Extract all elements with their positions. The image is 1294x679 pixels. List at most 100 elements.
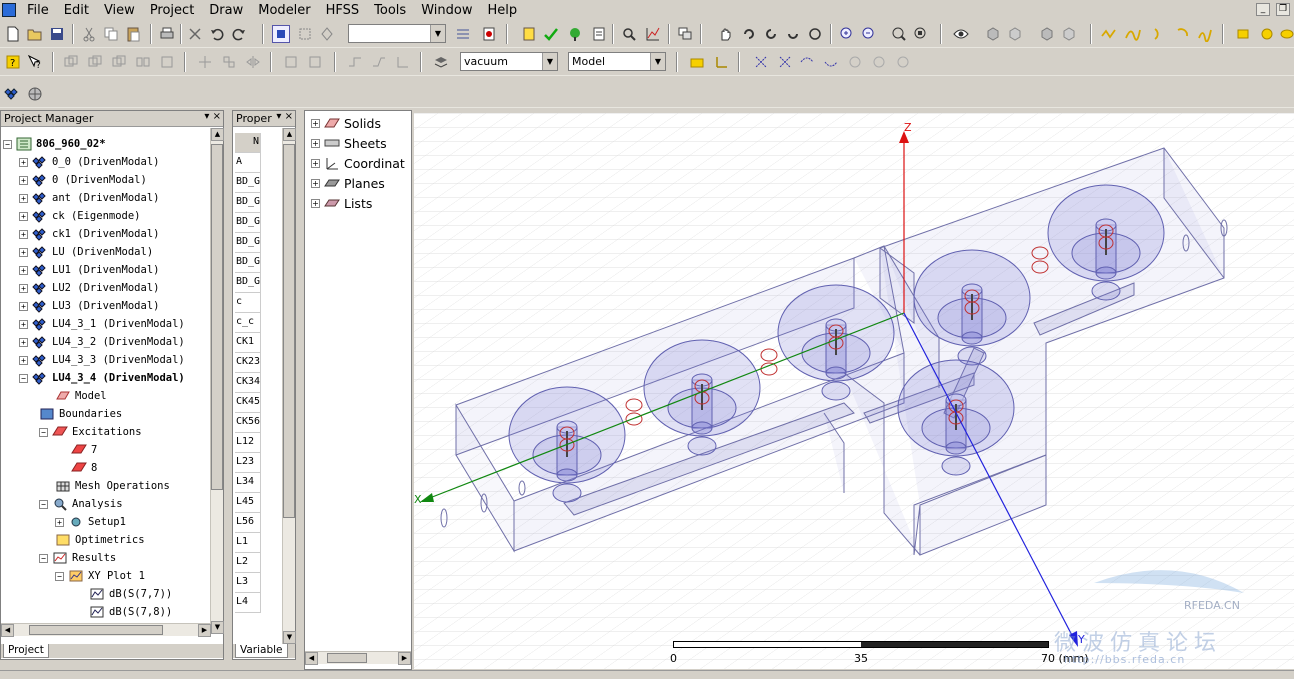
plot-icon[interactable] xyxy=(644,25,662,43)
draw-spline-icon[interactable] xyxy=(1124,25,1142,43)
tree-design-item[interactable]: + LU2 (DrivenModal) xyxy=(19,279,159,297)
field-overlay-icon[interactable] xyxy=(620,25,638,43)
tree-design-item[interactable]: + LU4_3_1 (DrivenModal) xyxy=(19,315,185,333)
property-row[interactable]: L23 xyxy=(235,453,261,473)
tree-node-trace2[interactable]: dB(S(7,8)) xyxy=(89,603,172,621)
tree-node-setup[interactable]: + Setup1 xyxy=(55,513,126,531)
menu-help[interactable]: Help xyxy=(480,3,525,18)
wrap-icon[interactable] xyxy=(394,53,412,71)
tree-design-item[interactable]: + LU4_3_3 (DrivenModal) xyxy=(19,351,185,369)
analyze-icon[interactable] xyxy=(566,25,584,43)
expand-icon[interactable]: + xyxy=(19,175,28,185)
tree-node-exc1[interactable]: 7 xyxy=(71,441,97,459)
grid-icon[interactable] xyxy=(454,25,472,43)
view-iso-icon[interactable] xyxy=(984,25,1002,43)
snap-arc-icon[interactable] xyxy=(894,53,912,71)
history-horizontal-scrollbar[interactable]: ◀ ▶ xyxy=(305,651,411,665)
move-icon[interactable] xyxy=(196,53,214,71)
material-combo[interactable]: vacuum ▼ xyxy=(460,52,558,71)
snap-vertex-icon[interactable] xyxy=(776,53,794,71)
draw-ellipse-icon[interactable] xyxy=(1278,25,1294,43)
copy-icon[interactable] xyxy=(102,25,120,43)
menu-edit[interactable]: Edit xyxy=(57,3,97,18)
property-row[interactable]: BD_G xyxy=(235,193,261,213)
expand-icon[interactable]: + xyxy=(19,157,28,167)
tree-design-item[interactable]: + LU3 (DrivenModal) xyxy=(19,297,159,315)
tree-design-item[interactable]: +0 (DrivenModal) xyxy=(19,171,147,189)
tree-horizontal-scrollbar[interactable]: ◀ ▶ xyxy=(1,623,211,637)
property-row[interactable]: BD_G xyxy=(235,273,261,293)
expand-icon[interactable]: + xyxy=(19,337,28,347)
pan-icon[interactable] xyxy=(716,25,734,43)
tree-node-plot[interactable]: − XY Plot 1 xyxy=(55,567,145,585)
model-combo[interactable]: Model ▼ xyxy=(568,52,666,71)
scroll-down-icon[interactable]: ▼ xyxy=(211,621,224,634)
expand-icon[interactable]: + xyxy=(19,247,28,257)
check-icon[interactable] xyxy=(542,25,560,43)
expand-icon[interactable]: + xyxy=(19,301,28,311)
chamfer-icon[interactable] xyxy=(370,53,388,71)
duplicate-icon[interactable] xyxy=(220,53,238,71)
subtract-icon[interactable] xyxy=(86,53,104,71)
tree-root[interactable]: − 806_960_02* xyxy=(3,135,106,153)
collapse-icon[interactable]: − xyxy=(39,553,48,563)
tree-node-analysis[interactable]: − Analysis xyxy=(39,495,123,513)
draw-circle-icon[interactable] xyxy=(1258,25,1276,43)
scroll-right-icon[interactable]: ▶ xyxy=(398,652,411,665)
scroll-thumb[interactable] xyxy=(283,144,295,518)
modeler-viewport[interactable]: Z X Y 0 35 70 (mm) RFEDA.CN 微波仿真论坛 http:… xyxy=(414,113,1294,669)
expand-icon[interactable]: + xyxy=(19,265,28,275)
fit-all-icon[interactable] xyxy=(890,25,908,43)
thicken-icon[interactable] xyxy=(306,53,324,71)
property-row[interactable]: CK1 xyxy=(235,333,261,353)
scroll-left-icon[interactable]: ◀ xyxy=(305,652,318,665)
redo-icon[interactable] xyxy=(230,25,248,43)
property-row[interactable]: L4 xyxy=(235,593,261,613)
tree-design-item[interactable]: + ck (Eigenmode) xyxy=(19,207,141,225)
tree-design-item[interactable]: + ck1 (DrivenModal) xyxy=(19,225,159,243)
intersect-icon[interactable] xyxy=(110,53,128,71)
menu-hfss[interactable]: HFSS xyxy=(319,3,368,18)
tree-node-trace1[interactable]: dB(S(7,7)) xyxy=(89,585,172,603)
validate-icon[interactable] xyxy=(520,25,538,43)
zoom-window-icon[interactable] xyxy=(806,25,824,43)
property-row[interactable]: BD_G xyxy=(235,253,261,273)
snap-grid-icon[interactable] xyxy=(752,53,770,71)
property-row[interactable]: L56 xyxy=(235,513,261,533)
cascade-icon[interactable] xyxy=(676,25,694,43)
tree-vertical-scrollbar[interactable]: ▲ ▼ xyxy=(210,128,224,634)
circuit-design-icon[interactable] xyxy=(26,85,44,103)
property-row[interactable]: L3 xyxy=(235,573,261,593)
select-object-icon[interactable] xyxy=(272,25,290,43)
expand-icon[interactable]: + xyxy=(311,158,320,168)
context-help-icon[interactable]: ? xyxy=(26,53,44,71)
split-icon[interactable] xyxy=(158,53,176,71)
close-icon[interactable]: ▾ × xyxy=(204,111,221,122)
collapse-icon[interactable]: − xyxy=(3,139,12,149)
work-plane-icon[interactable] xyxy=(688,53,706,71)
unite-icon[interactable] xyxy=(62,53,80,71)
sweep-icon[interactable] xyxy=(282,53,300,71)
snap-edge-icon[interactable] xyxy=(798,53,816,71)
new-icon[interactable] xyxy=(4,25,22,43)
collapse-icon[interactable]: − xyxy=(39,499,48,509)
expand-icon[interactable]: + xyxy=(55,517,64,527)
history-item[interactable]: + Solids xyxy=(311,113,381,133)
view-top-icon[interactable] xyxy=(1060,25,1078,43)
property-row[interactable]: c_c xyxy=(235,313,261,333)
expand-icon[interactable]: + xyxy=(311,118,320,128)
tree-node-excitations[interactable]: − Excitations xyxy=(39,423,142,441)
tree-node-optimetrics[interactable]: Optimetrics xyxy=(55,531,145,549)
select-vertex-icon[interactable] xyxy=(318,25,336,43)
coordinate-system-icon[interactable] xyxy=(712,53,730,71)
menu-view[interactable]: View xyxy=(97,3,143,18)
collapse-icon[interactable]: − xyxy=(55,571,64,581)
tree-active-design[interactable]: − LU4_3_4 (DrivenModal) xyxy=(19,369,185,387)
collapse-icon[interactable]: − xyxy=(39,427,48,437)
property-row[interactable]: L2 xyxy=(235,553,261,573)
property-row[interactable]: CK45 xyxy=(235,393,261,413)
view-side-icon[interactable] xyxy=(1038,25,1056,43)
property-row[interactable]: L34 xyxy=(235,473,261,493)
property-row[interactable]: BD_G xyxy=(235,173,261,193)
menu-file[interactable]: File xyxy=(20,3,57,18)
